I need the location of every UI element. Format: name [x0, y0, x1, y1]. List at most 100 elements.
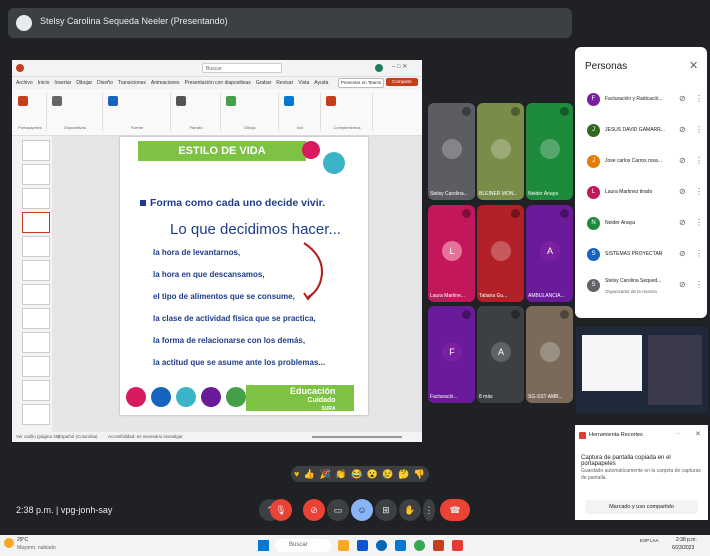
more-options-icon[interactable]: ⋮ — [695, 187, 703, 196]
more-options-icon[interactable]: ⋮ — [695, 156, 703, 165]
mic-muted-icon[interactable]: ⊘ — [679, 156, 686, 165]
menu-item[interactable]: Revisar — [276, 80, 293, 86]
person-row[interactable]: J JESUS DAVID GAMARR... ⊘ ⋮ — [587, 120, 703, 144]
share-button[interactable]: Compartir — [386, 78, 418, 86]
mic-muted-icon[interactable]: ⊘ — [679, 280, 686, 289]
more-options-icon[interactable]: ⋮ — [695, 280, 703, 289]
ribbon-tool-icon[interactable] — [226, 96, 236, 106]
participant-tile[interactable]: BLEINER MON... — [477, 103, 524, 200]
menu-item[interactable]: Diseño — [97, 80, 113, 86]
account-avatar[interactable] — [375, 64, 383, 72]
slide-thumbnail[interactable] — [22, 260, 50, 281]
more-options-icon[interactable]: ⋮ — [423, 499, 435, 521]
slide-thumbnail[interactable] — [22, 140, 50, 161]
start-icon[interactable] — [258, 540, 269, 551]
menu-item[interactable]: Ayuda — [314, 80, 328, 86]
present-button[interactable]: ⊞ — [375, 499, 397, 521]
mic-muted-icon[interactable]: ⊘ — [679, 94, 686, 103]
slide-thumbnail[interactable] — [22, 308, 50, 329]
file-explorer-icon[interactable] — [357, 540, 368, 551]
participant-tile[interactable]: A 8 más — [477, 306, 524, 403]
slide-thumbnail[interactable] — [22, 404, 50, 425]
more-options-icon[interactable]: ⋮ — [695, 125, 703, 134]
menu-item[interactable]: Vista — [298, 80, 309, 86]
present-in-teams-button[interactable]: Presentar en Teams — [338, 78, 384, 88]
emoji-button[interactable]: ☺ — [351, 499, 373, 521]
slide-thumbnails[interactable] — [12, 136, 52, 432]
participant-tile[interactable]: A AMBULANCIA... — [526, 205, 573, 302]
status-accessibility[interactable]: Accesibilidad: es necesario investigar — [108, 434, 183, 439]
zoom-slider[interactable] — [312, 436, 402, 438]
ribbon-tool-icon[interactable] — [108, 96, 118, 106]
powerpoint-app-icon[interactable] — [433, 540, 444, 551]
screen-preview[interactable] — [576, 327, 708, 413]
participant-avatar: A — [491, 342, 511, 362]
ribbon-tool-icon[interactable] — [52, 96, 62, 106]
slide-thumbnail[interactable] — [22, 356, 50, 377]
edge-icon[interactable] — [376, 540, 387, 551]
camera-off-button[interactable]: ⊘ — [303, 499, 325, 521]
slide-thumbnail[interactable] — [22, 332, 50, 353]
person-row[interactable]: N Neider Anaya ⊘ ⋮ — [587, 213, 703, 237]
slide-thumbnail[interactable] — [22, 164, 50, 185]
person-row[interactable]: J Jose carlos Carros rosa... ⊘ ⋮ — [587, 151, 703, 175]
markup-share-button[interactable]: Marcado y uso compartido — [585, 500, 698, 514]
notification-more-icon[interactable]: ··· — [675, 431, 681, 437]
taskbar-search[interactable]: Buscar — [275, 539, 331, 552]
notification-close-icon[interactable]: ✕ — [695, 430, 701, 438]
participant-avatar: A — [540, 241, 560, 261]
person-row[interactable]: L Laura Martinez tirado ⊘ ⋮ — [587, 182, 703, 206]
ribbon-tool-icon[interactable] — [326, 96, 336, 106]
mic-muted-icon[interactable]: ⊘ — [679, 187, 686, 196]
window-controls-icon[interactable]: – □ ✕ — [392, 63, 407, 70]
ribbon-group-label: Fuente — [130, 125, 144, 130]
participant-tile[interactable]: Neider Anaya — [526, 103, 573, 200]
weather-icon[interactable] — [4, 538, 14, 548]
participant-tile[interactable]: F Facturació... — [428, 306, 475, 403]
mic-muted-icon[interactable]: ⊘ — [679, 125, 686, 134]
mic-muted-icon — [462, 107, 471, 116]
menu-item[interactable]: Presentación con diapositivas — [185, 80, 251, 86]
more-options-icon[interactable]: ⋮ — [695, 94, 703, 103]
ribbon-tool-icon[interactable] — [176, 96, 186, 106]
participant-tile[interactable]: SG-SST AMB... — [526, 306, 573, 403]
menu-item[interactable]: Dibujar — [76, 80, 92, 86]
slide-thumbnail[interactable] — [22, 284, 50, 305]
person-row[interactable]: S SISTEMAS PROYECTAR ⊘ ⋮ — [587, 244, 703, 268]
menu-item[interactable]: Inicio — [38, 80, 50, 86]
language-indicator[interactable]: ESP LAA — [640, 538, 659, 543]
menu-item[interactable]: Insertar — [54, 80, 71, 86]
more-options-icon[interactable]: ⋮ — [695, 249, 703, 258]
slide-thumbnail[interactable] — [22, 212, 50, 233]
slide-thumbnail[interactable] — [22, 188, 50, 209]
person-row[interactable]: S Stelsy Carolina Sequed... Organizador de… — [587, 275, 703, 299]
captions-button[interactable]: ▭ — [327, 499, 349, 521]
slide-thumbnail[interactable] — [22, 236, 50, 257]
snipping-notification[interactable]: Herramienta Recortes ··· ✕ Captura de pa… — [575, 425, 708, 520]
more-options-icon[interactable]: ⋮ — [695, 218, 703, 227]
menu-item[interactable]: Grabar — [256, 80, 272, 86]
pdf-app-icon[interactable] — [452, 540, 463, 551]
powerpoint-search-input[interactable]: Buscar — [202, 63, 282, 73]
ribbon-tool-icon[interactable] — [18, 96, 28, 106]
participant-tile[interactable]: Stelsy Carolina... — [428, 103, 475, 200]
shared-screen[interactable]: Buscar – □ ✕ Archivo Inicio Insertar Dibuja… — [12, 60, 422, 442]
ribbon-tool-icon[interactable] — [284, 96, 294, 106]
participant-tile[interactable]: Tatiana Gu... — [477, 205, 524, 302]
close-icon[interactable]: ✕ — [689, 59, 698, 72]
chrome-icon[interactable] — [414, 540, 425, 551]
mic-muted-icon[interactable]: ⊘ — [679, 249, 686, 258]
participant-tile[interactable]: L Laura Martine... — [428, 205, 475, 302]
mic-muted-icon[interactable]: ⊘ — [679, 218, 686, 227]
store-icon[interactable] — [395, 540, 406, 551]
menu-item[interactable]: Archivo — [16, 80, 33, 86]
raise-hand-button[interactable]: ✋ — [399, 499, 421, 521]
leave-call-button[interactable]: ☎ — [440, 499, 470, 521]
person-row[interactable]: F Facturación y Radicació... ⊘ ⋮ — [587, 89, 703, 113]
slide-thumbnail[interactable] — [22, 380, 50, 401]
mic-off-button[interactable]: 🎙 — [270, 499, 292, 521]
menu-item[interactable]: Animaciones — [151, 80, 180, 86]
menu-item[interactable]: Transiciones — [118, 80, 146, 86]
widgets-icon[interactable] — [338, 540, 349, 551]
reactions-bar[interactable]: ♥ 👍 🎉 👏 😂 😮 😢 🤔 👎 — [291, 466, 429, 482]
